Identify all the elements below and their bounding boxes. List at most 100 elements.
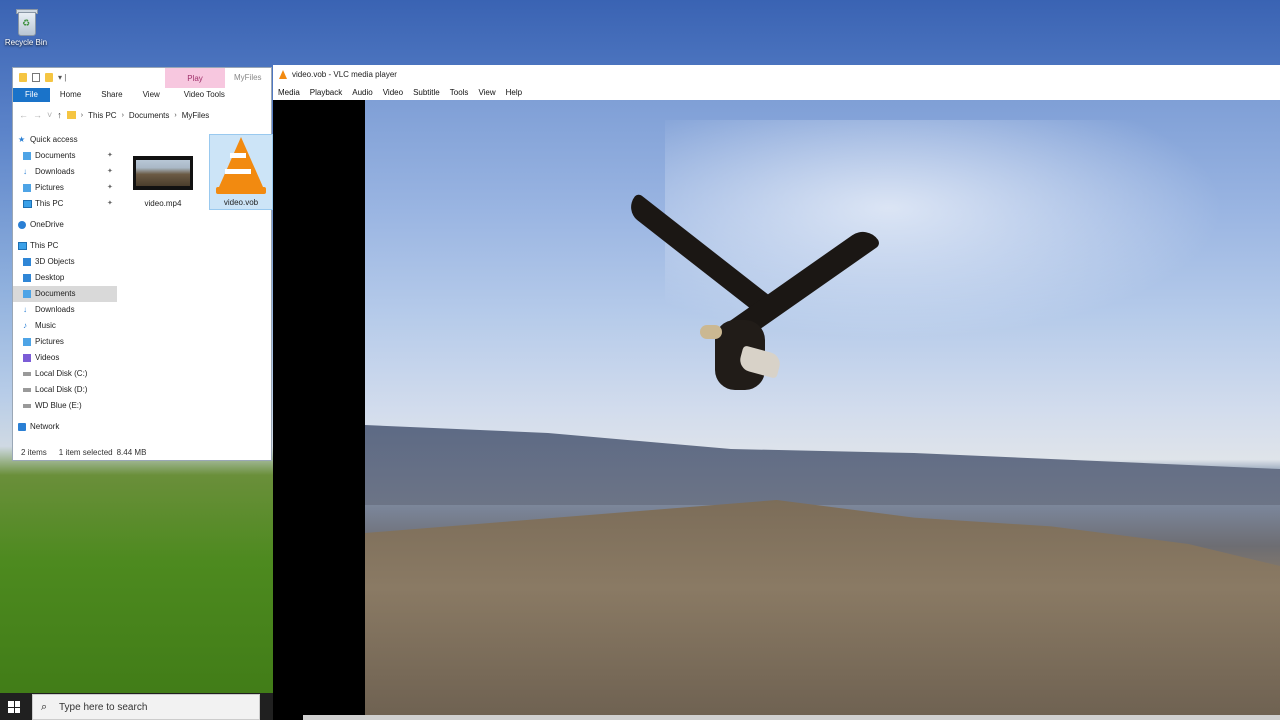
nav-label: Network [30, 422, 60, 431]
eagle-image [575, 192, 895, 445]
cloud-icon [18, 221, 26, 229]
pin-icon[interactable]: ✦ [107, 180, 113, 196]
nav-wd-blue-e[interactable]: WD Blue (E:) [13, 398, 117, 414]
nav-label: Pictures [35, 183, 64, 192]
window-title: MyFiles [234, 73, 262, 82]
tab-video-tools[interactable]: Video Tools [174, 88, 235, 102]
nav-label: Downloads [35, 167, 75, 176]
tab-share[interactable]: Share [91, 88, 132, 102]
nav-videos[interactable]: Videos [13, 350, 117, 366]
nav-label: This PC [30, 241, 59, 250]
nav-qa-documents[interactable]: Documents ✦ [13, 148, 117, 164]
menu-help[interactable]: Help [501, 85, 527, 100]
nav-onedrive[interactable]: OneDrive [13, 217, 117, 233]
3d-objects-icon [23, 258, 31, 266]
nav-label: OneDrive [30, 220, 64, 229]
recent-dropdown-icon[interactable]: ˅ [47, 110, 52, 120]
menu-tools[interactable]: Tools [445, 85, 474, 100]
properties-icon[interactable] [32, 73, 40, 82]
vlc-window-title: video.vob - VLC media player [292, 70, 397, 79]
file-video-vob[interactable]: video.vob [209, 134, 273, 210]
search-placeholder: Type here to search [59, 701, 148, 713]
nav-label: Documents [35, 289, 76, 298]
drive-icon [23, 372, 31, 376]
video-thumbnail [133, 156, 193, 190]
nav-documents[interactable]: Documents [13, 286, 117, 302]
nav-downloads[interactable]: ↓ Downloads [13, 302, 117, 318]
menu-audio[interactable]: Audio [347, 85, 377, 100]
videos-icon [23, 354, 31, 362]
chevron-right-icon[interactable]: › [174, 112, 176, 119]
menu-video[interactable]: Video [378, 85, 408, 100]
drive-icon [23, 404, 31, 408]
pin-icon[interactable]: ✦ [107, 196, 113, 212]
nav-pictures[interactable]: Pictures [13, 334, 117, 350]
nav-this-pc[interactable]: This PC [13, 238, 117, 254]
nav-network[interactable]: Network [13, 419, 117, 435]
vlc-menu-bar: Media Playback Audio Video Subtitle Tool… [273, 85, 1280, 101]
nav-label: Quick access [30, 135, 78, 144]
customize-toolbar-icon[interactable]: ▾ | [58, 73, 66, 82]
nav-desktop[interactable]: Desktop [13, 270, 117, 286]
forward-arrow-icon[interactable]: → [33, 110, 42, 120]
status-selection: 1 item selected [58, 448, 113, 457]
nav-local-disk-d[interactable]: Local Disk (D:) [13, 382, 117, 398]
nav-local-disk-c[interactable]: Local Disk (C:) [13, 366, 117, 382]
recycle-bin[interactable]: ♻ Recycle Bin [4, 6, 48, 47]
breadcrumb-this-pc[interactable]: This PC [88, 111, 116, 120]
status-item-count: 2 items [21, 448, 47, 457]
search-icon: ⌕ [41, 700, 48, 713]
file-name: video.mp4 [144, 199, 182, 208]
explorer-titlebar: ▾ | Play MyFiles [13, 68, 271, 88]
chevron-right-icon[interactable]: › [81, 112, 83, 119]
nav-label: Pictures [35, 337, 64, 346]
vlc-cone-icon [279, 70, 287, 79]
back-arrow-icon[interactable]: ← [19, 110, 28, 120]
navigation-pane: ★ Quick access Documents ✦ ↓ Downloads ✦ Pic… [13, 132, 117, 446]
tab-file[interactable]: File [13, 88, 50, 102]
ribbon-tabs: File Home Share View Video Tools [13, 88, 271, 102]
nav-label: Local Disk (C:) [35, 369, 88, 378]
computer-icon [23, 200, 32, 208]
menu-view[interactable]: View [473, 85, 500, 100]
breadcrumb-documents[interactable]: Documents [129, 111, 169, 120]
nav-label: 3D Objects [35, 257, 75, 266]
menu-subtitle[interactable]: Subtitle [408, 85, 445, 100]
download-icon: ↓ [23, 305, 27, 314]
windows-start-icon[interactable] [8, 701, 20, 713]
menu-media[interactable]: Media [273, 85, 305, 100]
taskbar: ⌕ Type here to search [0, 693, 273, 720]
chevron-right-icon[interactable]: › [122, 112, 124, 119]
new-folder-icon[interactable] [45, 73, 53, 82]
nav-3d-objects[interactable]: 3D Objects [13, 254, 117, 270]
nav-qa-pictures[interactable]: Pictures ✦ [13, 180, 117, 196]
nav-quick-access[interactable]: ★ Quick access [13, 132, 117, 148]
video-display[interactable] [273, 100, 1280, 720]
up-arrow-icon[interactable]: ↑ [57, 110, 62, 120]
tab-view[interactable]: View [133, 88, 170, 102]
folder-icon[interactable] [19, 73, 27, 82]
file-video-mp4[interactable]: video.mp4 [131, 134, 195, 210]
pin-icon[interactable]: ✦ [107, 164, 113, 180]
explorer-body: ★ Quick access Documents ✦ ↓ Downloads ✦ Pic… [13, 132, 273, 446]
nav-qa-this-pc[interactable]: This PC ✦ [13, 196, 117, 212]
nav-qa-downloads[interactable]: ↓ Downloads ✦ [13, 164, 117, 180]
address-bar[interactable]: ← → ˅ ↑ › This PC › Documents › MyFiles [13, 106, 271, 124]
drive-icon [23, 388, 31, 392]
nav-label: Downloads [35, 305, 75, 314]
menu-playback[interactable]: Playback [305, 85, 347, 100]
download-icon: ↓ [23, 167, 27, 176]
breadcrumb-myfiles[interactable]: MyFiles [182, 111, 210, 120]
recycle-bin-icon: ♻ [13, 6, 39, 36]
status-size: 8.44 MB [116, 448, 147, 457]
taskbar-search-box[interactable]: ⌕ Type here to search [32, 694, 260, 720]
video-frame [365, 100, 1280, 720]
tab-home[interactable]: Home [50, 88, 91, 102]
seek-bar[interactable] [303, 715, 1280, 720]
pin-icon[interactable]: ✦ [107, 148, 113, 164]
nav-label: WD Blue (E:) [35, 401, 82, 410]
folder-icon [66, 111, 76, 119]
contextual-tab-play[interactable]: Play [165, 68, 225, 88]
nav-music[interactable]: ♪ Music [13, 318, 117, 334]
documents-icon [23, 290, 31, 298]
